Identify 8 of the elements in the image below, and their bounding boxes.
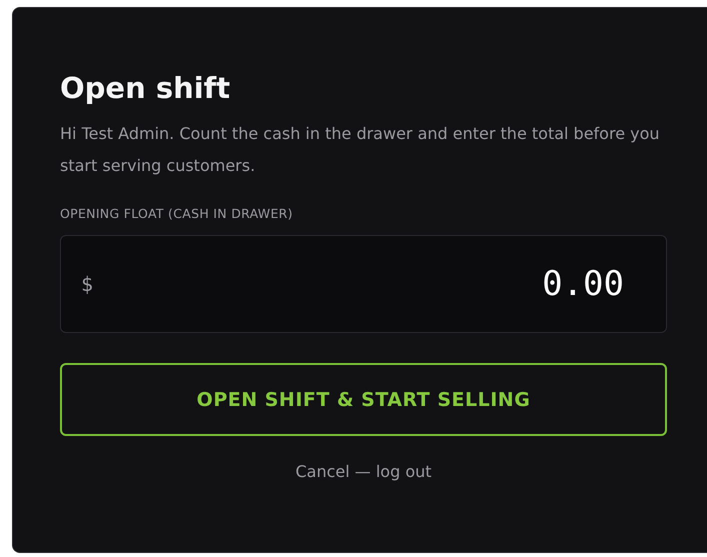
currency-symbol: $: [81, 272, 94, 296]
dialog-title: Open shift: [60, 70, 232, 107]
amount-field[interactable]: $ 0.00: [60, 235, 667, 333]
open-shift-button[interactable]: OPEN SHIFT & START SELLING: [60, 363, 667, 436]
field-label: OPENING FLOAT (CASH IN DRAWER): [60, 206, 294, 221]
dialog-message: Hi Test Admin. Count the cash in the drawer and enter the total before you start serving customers.: [60, 123, 660, 177]
amount-value: 0.00: [542, 264, 624, 304]
cancel-link[interactable]: Cancel — log out: [295, 462, 432, 481]
